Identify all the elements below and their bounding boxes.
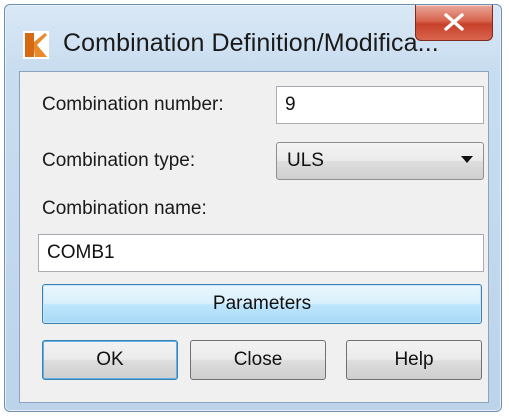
dialog-body: Combination number: 9 Combination type: …	[19, 71, 489, 403]
title-bar[interactable]: Combination Definition/Modifica...	[5, 5, 501, 77]
combination-number-field[interactable]: 9	[276, 86, 484, 124]
combination-name-label: Combination name:	[42, 198, 207, 219]
close-button[interactable]: Close	[190, 340, 326, 380]
combination-type-label: Combination type:	[42, 150, 196, 171]
dialog-window: Combination Definition/Modifica... Combi…	[4, 4, 502, 412]
parameters-button[interactable]: Parameters	[42, 284, 482, 324]
combination-number-label: Combination number:	[42, 94, 224, 115]
window-close-button[interactable]	[415, 5, 493, 41]
help-button[interactable]: Help	[346, 340, 482, 380]
ok-button[interactable]: OK	[42, 340, 178, 380]
app-logo-icon	[23, 31, 49, 59]
window-title: Combination Definition/Modifica...	[63, 29, 439, 57]
combination-type-dropdown[interactable]: ULS	[276, 142, 484, 180]
combination-type-value: ULS	[287, 150, 324, 171]
chevron-down-icon	[461, 156, 473, 163]
combination-name-field[interactable]: COMB1	[38, 234, 484, 272]
close-x-icon	[444, 13, 464, 31]
